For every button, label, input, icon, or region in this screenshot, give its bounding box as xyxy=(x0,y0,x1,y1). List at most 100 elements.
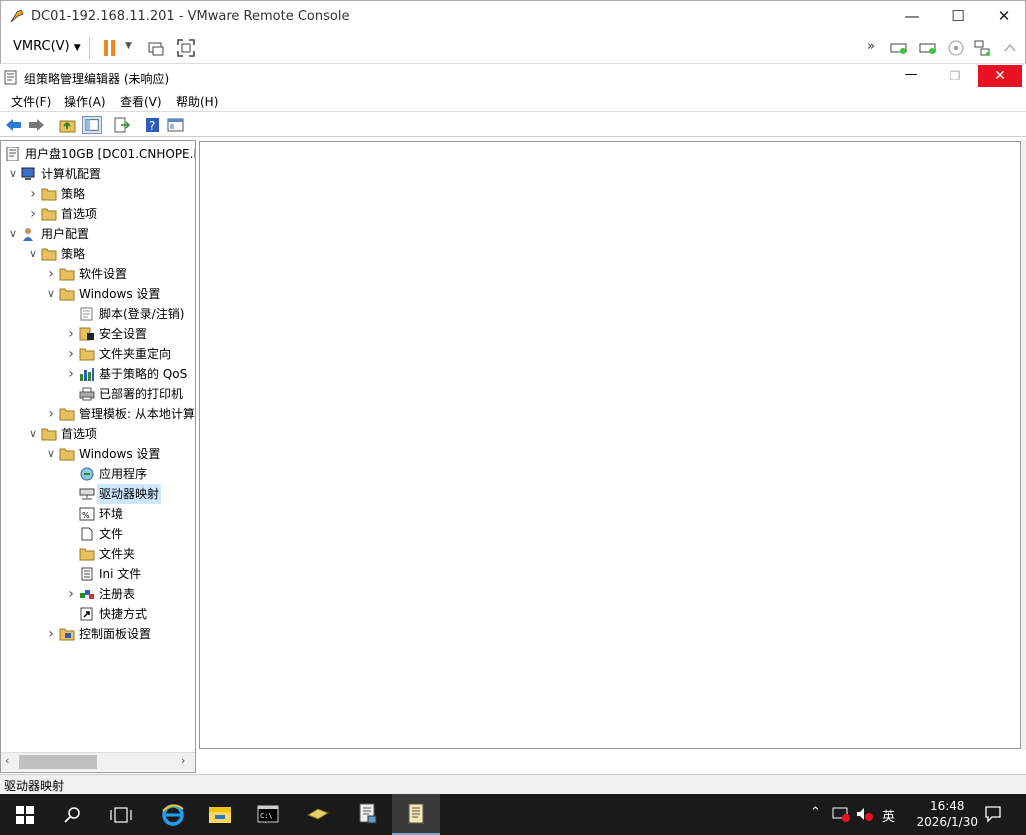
chevron-down-icon[interactable]: ∨ xyxy=(7,224,19,244)
maximize-button[interactable]: ☐ xyxy=(935,1,981,32)
close-button[interactable]: ✕ xyxy=(981,1,1026,32)
vmrc-menu-button[interactable]: VMRC(V) ▼ xyxy=(5,37,89,59)
gpme-restore-button[interactable]: ❐ xyxy=(940,65,970,87)
folder-icon xyxy=(59,267,75,281)
scroll-left-icon[interactable]: ‹ xyxy=(5,754,9,767)
usb-icon[interactable] xyxy=(1001,39,1019,57)
taskbar-ie[interactable] xyxy=(148,794,196,835)
drive-map-icon xyxy=(79,487,95,501)
task-view-icon[interactable] xyxy=(110,806,132,824)
menu-file[interactable]: 文件(F) xyxy=(11,93,51,110)
taskbar-explorer[interactable] xyxy=(196,794,244,835)
gpme-close-button[interactable]: ✕ xyxy=(978,65,1022,87)
more-icon[interactable]: » xyxy=(867,39,875,54)
vertical-scrollbar[interactable] xyxy=(1021,140,1026,750)
taskbar-gpme[interactable] xyxy=(392,794,440,835)
menu-action[interactable]: 操作(A) xyxy=(64,93,106,110)
chevron-down-icon: ▼ xyxy=(73,43,81,53)
status-text: 驱动器映射 xyxy=(4,779,65,793)
details-pane[interactable] xyxy=(199,141,1021,749)
registry-icon xyxy=(79,587,95,601)
taskbar-gpmc[interactable] xyxy=(344,794,392,835)
tree-item-label: 策略 xyxy=(61,187,86,201)
show-hide-tree-icon[interactable] xyxy=(82,116,102,134)
control-panel-icon xyxy=(59,627,75,641)
volume-muted-icon[interactable] xyxy=(856,806,874,822)
shortcut-icon xyxy=(79,607,95,621)
toolbar-divider xyxy=(89,37,90,59)
taskbar-server-manager[interactable] xyxy=(294,794,342,835)
tree-item-label: 驱动器映射 xyxy=(97,484,162,504)
menu-help[interactable]: 帮助(H) xyxy=(176,93,218,110)
chevron-right-icon[interactable]: › xyxy=(65,584,77,604)
tree-item-label: 策略 xyxy=(61,247,86,261)
chevron-down-icon[interactable]: ∨ xyxy=(27,424,39,444)
chevron-down-icon[interactable]: ∨ xyxy=(27,244,39,264)
fullscreen-icon[interactable] xyxy=(177,39,195,57)
gpme-minimize-button[interactable]: — xyxy=(896,65,926,87)
gpme-window-title: 组策略管理编辑器 (未响应) xyxy=(24,72,170,86)
help-icon[interactable]: ? xyxy=(145,117,160,133)
chevron-right-icon[interactable]: › xyxy=(27,204,39,224)
user-icon xyxy=(21,227,37,241)
tree-view[interactable]: 用户盘10GB [DC01.CNHOPE.l ∨ 计算机配置 › 策略 › 首选项 ∨ 用户配置… xyxy=(0,140,196,773)
folder-icon xyxy=(41,207,57,221)
tree-horizontal-scrollbar[interactable]: ‹ › xyxy=(1,752,195,771)
forward-arrow-icon[interactable] xyxy=(28,117,45,133)
security-icon xyxy=(79,327,95,341)
chevron-right-icon[interactable]: › xyxy=(45,404,57,424)
tree-item-label: 文件夹重定向 xyxy=(99,347,172,361)
chevron-down-icon[interactable]: ∨ xyxy=(45,444,57,464)
tree-item-label: 环境 xyxy=(99,507,124,521)
hdd-icon[interactable] xyxy=(890,39,908,57)
svg-text:?: ? xyxy=(149,119,155,133)
chevron-right-icon[interactable]: › xyxy=(27,184,39,204)
tree-item-label: 软件设置 xyxy=(79,267,128,281)
clock[interactable]: 16:48 2026/1/30 xyxy=(916,798,978,830)
gpme-toolbar: ? xyxy=(0,113,1026,137)
search-icon[interactable] xyxy=(64,806,82,824)
ime-indicator[interactable]: 英 xyxy=(882,806,895,825)
chevron-up-icon[interactable]: ⌃ xyxy=(810,805,821,820)
send-ctrl-alt-del-icon[interactable] xyxy=(147,39,165,57)
chevron-right-icon[interactable]: › xyxy=(65,324,77,344)
folder-icon xyxy=(59,287,75,301)
folder-icon xyxy=(79,347,95,361)
properties-icon[interactable] xyxy=(167,117,184,133)
menu-view[interactable]: 查看(V) xyxy=(120,93,162,110)
tree-item-label: Windows 设置 xyxy=(79,287,161,301)
notification-icon[interactable] xyxy=(984,805,1002,823)
windows-start-icon[interactable] xyxy=(16,806,34,824)
chevron-down-icon[interactable]: ∨ xyxy=(7,164,19,184)
chevron-right-icon[interactable]: › xyxy=(65,344,77,364)
tree-item-label: 管理模板: 从本地计算 xyxy=(79,407,195,421)
cd-icon[interactable] xyxy=(947,39,965,57)
network-status-icon[interactable] xyxy=(832,806,850,822)
chevron-right-icon[interactable]: › xyxy=(45,624,57,644)
minimize-button[interactable]: — xyxy=(889,1,935,32)
back-arrow-icon[interactable] xyxy=(5,117,22,133)
scroll-right-icon[interactable]: › xyxy=(181,754,185,767)
folder-icon xyxy=(41,427,57,441)
folder-icon xyxy=(41,247,57,261)
hdd-icon[interactable] xyxy=(919,39,937,57)
folder-icon xyxy=(79,547,95,561)
chevron-right-icon[interactable]: › xyxy=(45,264,57,284)
chevron-down-icon[interactable]: ∨ xyxy=(45,284,57,304)
up-folder-icon[interactable] xyxy=(59,117,76,133)
chart-icon xyxy=(79,367,95,381)
tree-item-label: 文件夹 xyxy=(99,547,136,561)
chevron-right-icon[interactable]: › xyxy=(65,364,77,384)
taskbar-cmd[interactable]: C:\ xyxy=(244,794,292,835)
tree-item-label: 控制面板设置 xyxy=(79,627,152,641)
gpme-title-bar: 组策略管理编辑器 (未响应) — ❐ ✕ xyxy=(0,65,1026,90)
svg-text:C:\: C:\ xyxy=(260,812,273,820)
pause-dropdown-icon[interactable]: ▼ xyxy=(125,41,132,51)
pause-icon[interactable] xyxy=(101,39,119,57)
vmrc-title-bar: DC01-192.168.11.201 - VMware Remote Cons… xyxy=(0,0,1026,31)
scrollbar-thumb[interactable] xyxy=(19,755,97,769)
internet-explorer-icon xyxy=(162,804,184,826)
export-list-icon[interactable] xyxy=(113,117,130,133)
network-icon[interactable] xyxy=(973,39,991,57)
tree-item-label: Ini 文件 xyxy=(99,567,142,581)
